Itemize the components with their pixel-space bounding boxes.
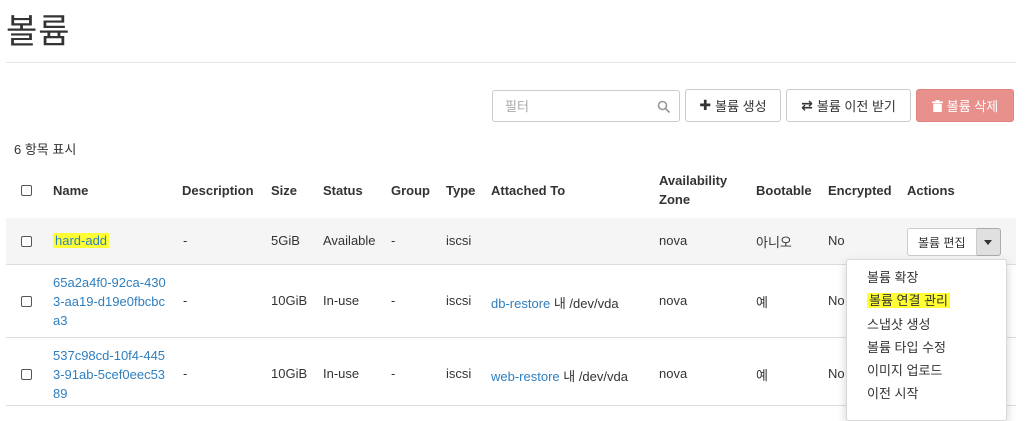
volume-attachment: web-restore 내 /dev/vda [491,366,628,385]
volume-name-line: 3-91ab-5cef0eec53 [53,367,166,382]
table-header: Name Description Size Status Group Type … [6,166,1016,220]
volume-status: In-use [323,366,360,381]
row-checkbox[interactable] [21,369,32,380]
menu-item-manage-attachments[interactable]: 볼륨 연결 관리 [867,290,950,309]
menu-item-change-volume-type[interactable]: 볼륨 타입 수정 [867,337,946,356]
menu-item-create-snapshot[interactable]: 스냅샷 생성 [867,314,930,333]
column-header-attached-to[interactable]: Attached To [491,183,565,198]
trash-icon [931,99,943,112]
delete-volumes-button[interactable]: 볼륨 삭제 [916,89,1014,122]
volume-name-text: hard-add [53,233,110,248]
volume-az: nova [659,366,688,381]
volume-encrypted: No [828,233,845,248]
volume-name-line: 3-aa19-d19e0fbcbc [53,294,166,309]
volume-az: nova [659,293,688,308]
column-header-size[interactable]: Size [271,183,297,198]
volume-name-line: 65a2a4f0-92ca-430 [53,275,166,290]
exchange-icon: ⇄ [801,97,813,113]
attachment-device: 내 /dev/vda [550,296,619,311]
volume-size: 5GiB [271,233,300,248]
volume-encrypted: No [828,293,845,308]
volume-description: - [183,293,188,308]
volume-attachment: db-restore 내 /dev/vda [491,293,619,312]
volume-az: nova [659,233,688,248]
volume-status: Available [323,233,376,248]
filter-input[interactable] [503,98,657,115]
volume-type: iscsi [446,366,472,381]
select-all-checkbox[interactable] [21,185,32,196]
volume-group: - [391,233,396,248]
volume-encrypted: No [828,366,845,381]
accept-transfer-button[interactable]: ⇄ 볼륨 이전 받기 [786,89,911,122]
row-checkbox[interactable] [21,296,32,307]
column-header-bootable[interactable]: Bootable [756,183,812,198]
edit-volume-button[interactable]: 볼륨 편집 [907,228,977,256]
volume-name-link[interactable]: hard-add [53,233,110,248]
create-volume-label: 볼륨 생성 [715,99,767,114]
volume-type: iscsi [446,233,472,248]
volume-bootable: 아니오 [756,235,792,250]
column-header-actions: Actions [907,183,955,198]
item-count: 6 항목 표시 [14,142,77,157]
plus-icon: ✚ [699,97,712,113]
filter-field[interactable] [492,90,680,122]
title-divider [6,62,1016,63]
actions-dropdown-toggle[interactable] [976,228,1001,256]
column-header-status[interactable]: Status [323,183,363,198]
menu-item-upload-to-image[interactable]: 이미지 업로드 [867,360,942,379]
column-header-description[interactable]: Description [182,183,254,198]
volume-bootable: 예 [756,295,768,310]
volume-type: iscsi [446,293,472,308]
volume-group: - [391,293,396,308]
column-header-type[interactable]: Type [446,183,475,198]
instance-link[interactable]: web-restore [491,369,560,384]
row-actions-group: 볼륨 편집 [907,228,1001,256]
volume-size: 10GiB [271,293,308,308]
volume-size: 10GiB [271,366,308,381]
attachment-device: 내 /dev/vda [559,369,628,384]
column-header-group[interactable]: Group [391,183,430,198]
accept-transfer-label: 볼륨 이전 받기 [816,99,896,114]
menu-item-extend-volume[interactable]: 볼륨 확장 [867,267,918,286]
menu-item-create-transfer[interactable]: 이전 시작 [867,383,918,402]
volume-name-line: 537c98cd-10f4-445 [53,348,166,363]
volume-status: In-use [323,293,360,308]
volume-description: - [183,233,188,248]
column-header-name[interactable]: Name [53,183,88,198]
delete-volumes-label: 볼륨 삭제 [946,99,999,114]
menu-item-manage-attachments-label: 볼륨 연결 관리 [867,293,950,308]
create-volume-button[interactable]: ✚ 볼륨 생성 [685,89,781,122]
table-row: hard-add - 5GiB Available - iscsi nova 아… [6,218,1016,265]
row-checkbox[interactable] [21,236,32,247]
caret-down-icon [984,239,992,245]
column-header-az-line2[interactable]: Zone [659,192,690,207]
volume-description: - [183,366,188,381]
volume-group: - [391,366,396,381]
volume-name-line: a3 [53,313,68,328]
volume-name-link[interactable]: 537c98cd-10f4-445 3-91ab-5cef0eec53 89 [53,346,165,403]
column-header-encrypted[interactable]: Encrypted [828,183,892,198]
instance-link[interactable]: db-restore [491,296,550,311]
volume-name-link[interactable]: 65a2a4f0-92ca-430 3-aa19-d19e0fbcbc a3 [53,273,166,330]
page-title: 볼륨 [6,13,71,51]
search-icon[interactable] [657,100,671,114]
volume-name-line: 89 [53,386,68,401]
column-header-az-line1[interactable]: Availability [659,173,727,188]
actions-dropdown-menu: 볼륨 확장 볼륨 연결 관리 스냅샷 생성 볼륨 타입 수정 이미지 업로드 이… [846,259,1007,421]
volume-bootable: 예 [756,368,768,383]
